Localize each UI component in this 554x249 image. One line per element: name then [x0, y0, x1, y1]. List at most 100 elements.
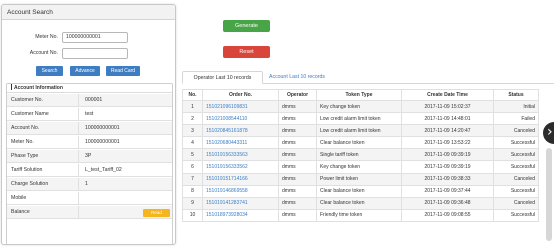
- table-row: 6 151019156333562 dmms Key change token …: [182, 160, 539, 174]
- token-type-cell: Low credit alarm limit token: [316, 112, 402, 126]
- order-no-link[interactable]: 151021008544110: [202, 112, 279, 126]
- token-type-cell: Power limit token: [316, 172, 402, 186]
- token-type-cell: Key change token: [316, 160, 402, 174]
- create-date-cell: 2017-11-09 09:37:44: [401, 184, 494, 198]
- token-type-cell: Friendly time token: [316, 208, 402, 222]
- create-date-cell: 2017-11-09 13:53:22: [401, 136, 494, 150]
- table-row: 4 151020680443311 dmms Clear balance tok…: [182, 136, 539, 150]
- order-no-link[interactable]: 151019146869558: [202, 184, 279, 198]
- status-cell: Successful: [493, 184, 539, 198]
- read-balance-button[interactable]: Read: [143, 209, 170, 217]
- status-cell: Canceled: [493, 124, 539, 138]
- status-cell: Successful: [493, 208, 539, 222]
- order-no-link[interactable]: 151019156333562: [202, 160, 279, 174]
- records-tabs: Operator Last 10 records Account Last 10…: [182, 71, 554, 84]
- info-label: Meter No.: [7, 136, 79, 149]
- column-header: Order No.: [202, 89, 279, 101]
- order-no-link[interactable]: 151020680443311: [202, 136, 279, 150]
- info-label: Mobile: [7, 192, 79, 205]
- row-number: 7: [182, 172, 203, 186]
- row-number: 9: [182, 196, 203, 210]
- row-number: 4: [182, 136, 203, 150]
- meter-no-row: Meter No. 100000000001: [2, 32, 175, 43]
- reset-button[interactable]: Reset: [223, 46, 270, 58]
- create-date-cell: 2017-11-09 15:02:37: [401, 99, 494, 114]
- info-row-phase-type: Phase Type 3P: [7, 150, 172, 163]
- row-number: 2: [182, 112, 203, 126]
- table-row: 1 151021096109831 dmms Key change token …: [182, 99, 539, 114]
- order-no-link[interactable]: 151019156333563: [202, 148, 279, 162]
- table-row: 9 151019141283741 dmms Clear balance tok…: [182, 196, 539, 210]
- tab-operator-records[interactable]: Operator Last 10 records: [182, 71, 263, 84]
- info-row-mobile: Mobile: [7, 192, 172, 205]
- generate-button[interactable]: Generate: [223, 20, 270, 32]
- order-no-link[interactable]: 151021096109831: [202, 99, 279, 114]
- info-label: Customer No.: [7, 94, 79, 107]
- column-header: No.: [182, 89, 203, 101]
- table-row: 10 151018973928034 dmms Friendly time to…: [182, 208, 539, 222]
- info-row-balance: Balance Read: [7, 206, 172, 219]
- column-header: Token Type: [316, 89, 402, 101]
- table-row: 5 151019156333563 dmms Single tariff tok…: [182, 148, 539, 162]
- tab-account-records[interactable]: Account Last 10 records: [264, 71, 330, 84]
- info-value: test: [85, 111, 94, 117]
- operator-cell: dmms: [278, 136, 317, 150]
- create-date-cell: 2017-11-09 09:36:48: [401, 196, 494, 210]
- table-row: 3 151020845161878 dmms Low credit alarm …: [182, 124, 539, 138]
- info-row-tariff-solution: Tariff Solution L_test_Tariff_02: [7, 164, 172, 177]
- token-type-cell: Clear balance token: [316, 196, 402, 210]
- info-row-customer-name: Customer Name test: [7, 108, 172, 121]
- row-number: 5: [182, 148, 203, 162]
- column-header: Operator: [278, 89, 317, 101]
- info-row-customer-no: Customer No. 000001: [7, 94, 172, 107]
- token-type-cell: Clear balance token: [316, 136, 402, 150]
- info-label: Balance: [7, 206, 79, 219]
- account-search-panel: Account Search Meter No. 100000000001 Ac…: [1, 4, 176, 245]
- records-table: No. Order No. Operator Token Type Create…: [182, 89, 539, 222]
- operator-cell: dmms: [278, 208, 317, 222]
- row-number: 3: [182, 124, 203, 138]
- operator-cell: dmms: [278, 172, 317, 186]
- status-cell: Successful: [493, 136, 539, 150]
- meter-no-input[interactable]: 100000000001: [62, 32, 128, 43]
- status-cell: Canceled: [493, 196, 539, 210]
- order-no-link[interactable]: 151019151714166: [202, 172, 279, 186]
- create-date-cell: 2017-11-09 09:38:33: [401, 172, 494, 186]
- advance-button[interactable]: Advance: [70, 66, 100, 76]
- page-scrollbar[interactable]: [546, 148, 552, 241]
- create-date-cell: 2017-11-09 09:39:19: [401, 148, 494, 162]
- order-no-link[interactable]: 151020845161878: [202, 124, 279, 138]
- info-label: Charge Solution: [7, 178, 79, 191]
- operator-cell: dmms: [278, 99, 317, 114]
- token-type-cell: Low credit alarm limit token: [316, 124, 402, 138]
- read-card-button[interactable]: Read Card: [106, 66, 140, 76]
- status-cell: Successful: [493, 148, 539, 162]
- account-information-title-text: Account Information: [14, 85, 63, 91]
- table-row: 7 151019151714166 dmms Power limit token…: [182, 172, 539, 186]
- info-value: 3P: [85, 153, 92, 159]
- status-cell: Failed: [493, 112, 539, 126]
- account-no-label: Account No.: [29, 50, 58, 56]
- meter-no-label: Meter No.: [35, 34, 58, 40]
- info-value: 100000000001: [85, 139, 120, 145]
- table-row: 8 151019146869558 dmms Clear balance tok…: [182, 184, 539, 198]
- info-label: Phase Type: [7, 150, 79, 163]
- operator-cell: dmms: [278, 160, 317, 174]
- order-no-link[interactable]: 151018973928034: [202, 208, 279, 222]
- token-type-cell: Single tariff token: [316, 148, 402, 162]
- account-no-row: Account No.: [2, 48, 175, 59]
- table-row: 2 151021008544110 dmms Low credit alarm …: [182, 112, 539, 126]
- row-number: 8: [182, 184, 203, 198]
- operator-cell: dmms: [278, 184, 317, 198]
- account-information-box: Account Information Customer No. 000001 …: [6, 83, 173, 244]
- order-no-link[interactable]: 151019141283741: [202, 196, 279, 210]
- next-page-button[interactable]: ›: [543, 122, 554, 144]
- row-number: 10: [182, 208, 203, 222]
- info-row-meter-no: Meter No. 100000000001: [7, 136, 172, 149]
- info-label: Tariff Solution: [7, 164, 79, 177]
- account-information-title: Account Information: [7, 84, 172, 93]
- info-label: Customer Name: [7, 108, 79, 121]
- status-cell: Successful: [493, 160, 539, 174]
- search-button[interactable]: Search: [36, 66, 63, 76]
- account-no-input[interactable]: [62, 48, 128, 59]
